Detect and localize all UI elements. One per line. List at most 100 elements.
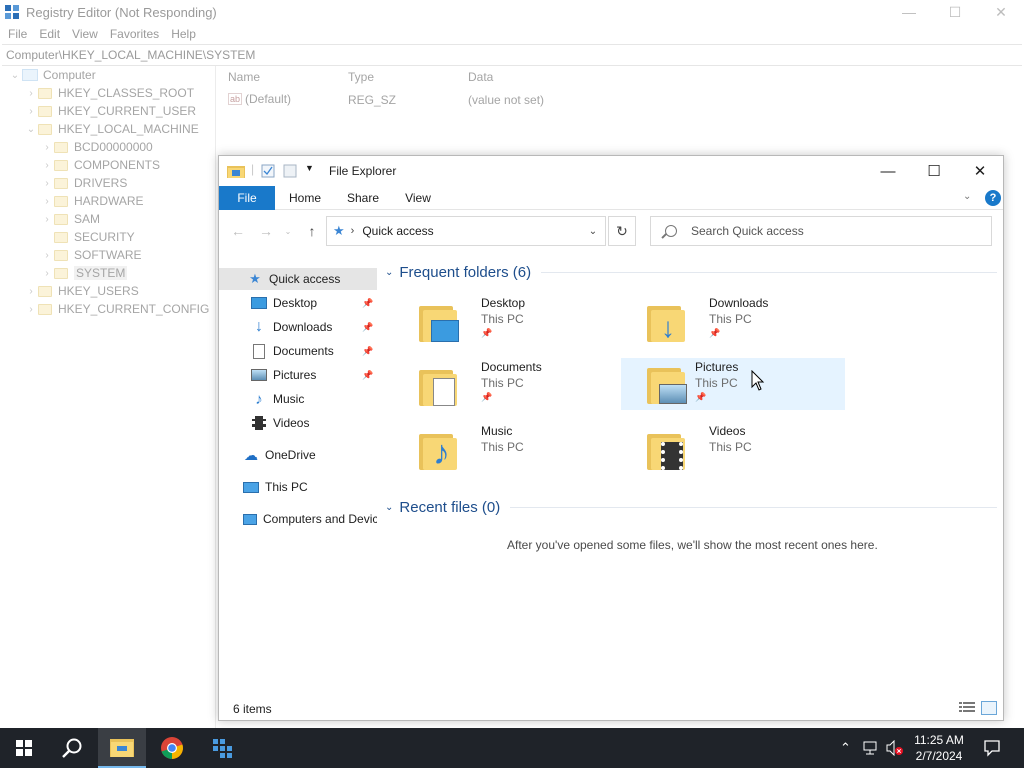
tree-node-components[interactable]: › COMPONENTS bbox=[40, 156, 160, 174]
folder-tile-documents[interactable]: Documents This PC 📌 bbox=[409, 360, 633, 412]
search-input[interactable]: Search Quick access bbox=[691, 224, 804, 238]
menu-view[interactable]: View bbox=[66, 27, 104, 41]
tree-node-computer[interactable]: ⌄ Computer bbox=[8, 66, 96, 84]
sidebar-item-quick-access[interactable]: ★ Quick access bbox=[219, 268, 377, 290]
tree-node-sam[interactable]: › SAM bbox=[40, 210, 100, 228]
search-box[interactable]: Search Quick access bbox=[650, 216, 992, 246]
taskbar-chrome[interactable] bbox=[148, 728, 196, 768]
menu-edit[interactable]: Edit bbox=[33, 27, 66, 41]
forward-button[interactable]: → bbox=[255, 220, 277, 242]
chevron-right-icon[interactable]: › bbox=[40, 268, 54, 279]
breadcrumb-separator-icon[interactable]: › bbox=[351, 225, 355, 237]
chevron-right-icon[interactable]: › bbox=[24, 106, 38, 117]
tree-node-hku[interactable]: › HKEY_USERS bbox=[24, 282, 138, 300]
chevron-down-icon[interactable]: ⌄ bbox=[24, 124, 38, 135]
tree-node-system[interactable]: › SYSTEM bbox=[40, 264, 128, 282]
pin-icon[interactable]: 📌 bbox=[362, 322, 373, 333]
chevron-down-icon[interactable]: ⌄ bbox=[385, 267, 393, 278]
menu-file[interactable]: File bbox=[2, 27, 33, 41]
back-button[interactable]: ← bbox=[227, 220, 249, 242]
column-header-data[interactable]: Data bbox=[468, 70, 493, 84]
tab-view[interactable]: View bbox=[395, 186, 441, 210]
customize-quick-access-icon[interactable]: ▼ bbox=[305, 163, 314, 173]
address-bar[interactable]: ★ › Quick access ⌄ bbox=[326, 216, 606, 246]
volume-muted-icon[interactable] bbox=[886, 740, 904, 756]
tab-file[interactable]: File bbox=[219, 186, 275, 210]
sidebar-item-onedrive[interactable]: ☁ OneDrive bbox=[219, 444, 377, 466]
regedit-maximize-button[interactable]: ☐ bbox=[932, 0, 978, 24]
folder-tile-pictures[interactable]: Pictures This PC 📌 bbox=[621, 358, 845, 410]
folder-tile-videos[interactable]: Videos This PC bbox=[637, 424, 861, 476]
tree-node-hardware[interactable]: › HARDWARE bbox=[40, 192, 143, 210]
sidebar-item-music[interactable]: ♪ Music bbox=[219, 388, 377, 410]
new-folder-icon[interactable] bbox=[283, 164, 297, 178]
taskbar-regedit[interactable] bbox=[198, 728, 246, 768]
regedit-address-bar[interactable]: Computer\HKEY_LOCAL_MACHINE\SYSTEM bbox=[2, 44, 1022, 66]
folder-tile-music[interactable]: ♪ Music This PC bbox=[409, 424, 633, 476]
close-button[interactable]: ✕ bbox=[957, 156, 1003, 186]
pin-icon[interactable]: 📌 bbox=[362, 298, 373, 309]
properties-icon[interactable] bbox=[261, 164, 275, 178]
search-button[interactable] bbox=[48, 728, 96, 768]
chevron-right-icon[interactable]: › bbox=[40, 178, 54, 189]
show-hidden-icons-icon[interactable]: ⌃ bbox=[840, 740, 851, 756]
tree-node-software[interactable]: › SOFTWARE bbox=[40, 246, 141, 264]
tiles-view-button[interactable] bbox=[981, 701, 997, 715]
column-header-name[interactable]: Name bbox=[228, 70, 260, 84]
group-header-frequent[interactable]: ⌄ Frequent folders (6) bbox=[385, 261, 997, 283]
tree-node-hklm[interactable]: ⌄ HKEY_LOCAL_MACHINE bbox=[24, 120, 199, 138]
sidebar-item-videos[interactable]: Videos bbox=[219, 412, 377, 434]
action-center-icon[interactable] bbox=[983, 739, 1001, 757]
menu-favorites[interactable]: Favorites bbox=[104, 27, 165, 41]
chevron-right-icon[interactable]: › bbox=[40, 214, 54, 225]
chevron-right-icon[interactable]: › bbox=[40, 250, 54, 261]
folder-tile-downloads[interactable]: ↓ Downloads This PC 📌 bbox=[637, 296, 861, 348]
clock[interactable]: 11:25 AM 2/7/2024 bbox=[908, 732, 970, 764]
value-row[interactable]: ab (Default) bbox=[228, 92, 291, 106]
search-icon bbox=[62, 738, 82, 758]
sidebar-item-downloads[interactable]: ↓ Downloads 📌 bbox=[219, 316, 377, 338]
regedit-close-button[interactable]: ✕ bbox=[978, 0, 1024, 24]
chevron-right-icon[interactable]: › bbox=[40, 142, 54, 153]
tree-node-hkcu[interactable]: › HKEY_CURRENT_USER bbox=[24, 102, 196, 120]
pin-icon[interactable]: 📌 bbox=[362, 370, 373, 381]
folder-tile-desktop[interactable]: Desktop This PC 📌 bbox=[409, 296, 633, 348]
recent-locations-icon[interactable]: ⌄ bbox=[281, 220, 295, 242]
sidebar-item-desktop[interactable]: Desktop 📌 bbox=[219, 292, 377, 314]
tree-node-drivers[interactable]: › DRIVERS bbox=[40, 174, 127, 192]
sidebar-item-pictures[interactable]: Pictures 📌 bbox=[219, 364, 377, 386]
chevron-down-icon[interactable]: ⌄ bbox=[385, 502, 393, 513]
sidebar-item-documents[interactable]: Documents 📌 bbox=[219, 340, 377, 362]
tree-node-hkcr[interactable]: › HKEY_CLASSES_ROOT bbox=[24, 84, 194, 102]
tree-node-security[interactable]: SECURITY bbox=[40, 228, 135, 246]
sidebar-item-this-pc[interactable]: This PC bbox=[219, 476, 377, 498]
column-header-type[interactable]: Type bbox=[348, 70, 374, 84]
address-dropdown-icon[interactable]: ⌄ bbox=[581, 217, 605, 245]
sidebar-item-network[interactable]: Computers and Devices bbox=[219, 508, 377, 530]
chevron-right-icon[interactable]: › bbox=[24, 304, 38, 315]
regedit-minimize-button[interactable]: — bbox=[886, 0, 932, 24]
chevron-right-icon[interactable]: › bbox=[40, 160, 54, 171]
details-view-button[interactable] bbox=[959, 701, 975, 715]
taskbar-file-explorer[interactable] bbox=[98, 728, 146, 768]
tab-share[interactable]: Share bbox=[339, 186, 387, 210]
group-header-recent[interactable]: ⌄ Recent files (0) bbox=[385, 496, 997, 518]
menu-help[interactable]: Help bbox=[165, 27, 202, 41]
chevron-right-icon[interactable]: › bbox=[24, 286, 38, 297]
tab-home[interactable]: Home bbox=[281, 186, 329, 210]
minimize-button[interactable]: — bbox=[865, 156, 911, 186]
tree-node-bcd[interactable]: › BCD00000000 bbox=[40, 138, 152, 156]
chevron-right-icon[interactable]: › bbox=[24, 88, 38, 99]
start-button[interactable] bbox=[0, 728, 48, 768]
chevron-down-icon[interactable]: ⌄ bbox=[8, 70, 22, 81]
network-icon[interactable] bbox=[863, 740, 881, 756]
chevron-right-icon[interactable]: › bbox=[40, 196, 54, 207]
tree-node-hkcc[interactable]: › HKEY_CURRENT_CONFIG bbox=[24, 300, 209, 318]
up-button[interactable]: ↑ bbox=[301, 220, 323, 242]
refresh-button[interactable]: ↻ bbox=[608, 216, 636, 246]
maximize-button[interactable]: ☐ bbox=[911, 156, 957, 186]
pin-icon[interactable]: 📌 bbox=[362, 346, 373, 357]
expand-ribbon-icon[interactable]: ⌄ bbox=[963, 191, 971, 202]
breadcrumb[interactable]: Quick access bbox=[362, 224, 433, 238]
help-icon[interactable]: ? bbox=[985, 190, 1001, 206]
